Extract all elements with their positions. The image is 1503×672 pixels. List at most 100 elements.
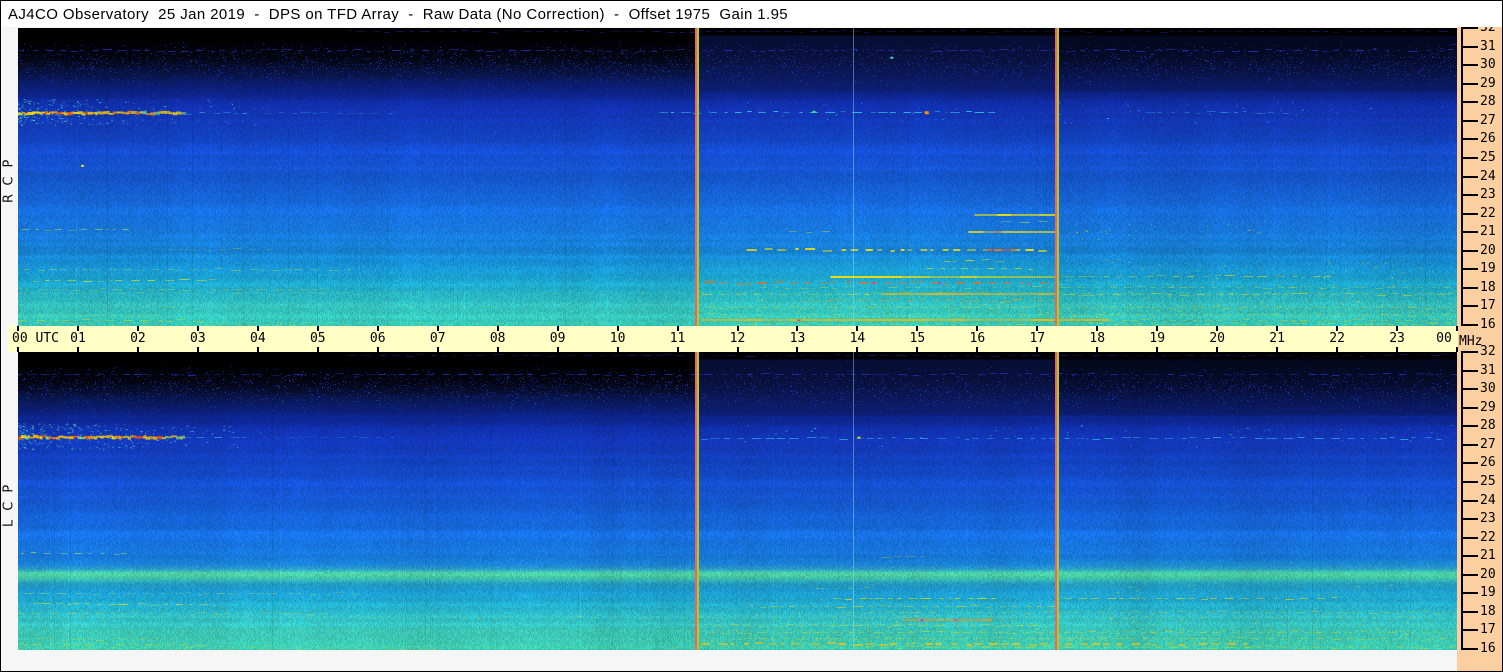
- frequency-label: 27: [1480, 113, 1502, 129]
- frequency-label: 28: [1480, 94, 1502, 110]
- time-tick: [976, 347, 978, 352]
- frequency-label: 20: [1480, 243, 1502, 259]
- frequency-tick: [1461, 213, 1478, 215]
- frequency-label: 20: [1480, 567, 1502, 583]
- window-content: AJ4CO Observatory 25 Jan 2019 - DPS on T…: [1, 1, 1502, 671]
- time-axis: 00 UTC 01 02 03 04 05 06 07 08 09 10 11 12 13 14 15 16 17…: [8, 326, 1458, 352]
- frequency-label: 24: [1480, 493, 1502, 509]
- frequency-tick: [1461, 305, 1478, 307]
- frequency-label: 25: [1480, 474, 1502, 490]
- frequency-label: 31: [1480, 363, 1502, 379]
- rcp-spectrogram: [18, 28, 1457, 326]
- time-tick: [1456, 347, 1458, 352]
- frequency-tick: [1461, 324, 1478, 326]
- frequency-tick: [1461, 537, 1478, 539]
- frequency-label: 26: [1480, 455, 1502, 471]
- frequency-tick: [1461, 370, 1478, 372]
- frequency-label: 23: [1480, 187, 1502, 203]
- lcp-spectrogram: [18, 352, 1457, 650]
- frequency-tick: [1461, 388, 1478, 390]
- frequency-tick: [1461, 83, 1478, 85]
- time-tick: [1036, 347, 1038, 352]
- time-tick: [677, 347, 679, 352]
- frequency-label: 18: [1480, 280, 1502, 296]
- frequency-label: 27: [1480, 437, 1502, 453]
- frequency-tick: [1461, 425, 1478, 427]
- time-tick: [1276, 347, 1278, 352]
- window-title: AJ4CO Observatory 25 Jan 2019 - DPS on T…: [1, 6, 788, 23]
- frequency-tick: [1461, 176, 1478, 178]
- frequency-tick: [1461, 444, 1478, 446]
- time-label: 08: [483, 331, 513, 347]
- frequency-label: 22: [1480, 530, 1502, 546]
- time-label: 00: [1429, 331, 1459, 347]
- time-tick: [1216, 347, 1218, 352]
- frequency-tick: [1461, 574, 1478, 576]
- time-tick: [317, 347, 319, 352]
- time-label: 22: [1322, 331, 1352, 347]
- time-tick: [1096, 347, 1098, 352]
- frequency-label: 23: [1480, 511, 1502, 527]
- time-label: 13: [782, 331, 812, 347]
- time-label: 00 UTC: [12, 331, 59, 347]
- frequency-tick: [1461, 120, 1478, 122]
- frequency-label: 29: [1480, 400, 1502, 416]
- time-tick: [197, 347, 199, 352]
- frequency-label: 22: [1480, 206, 1502, 222]
- time-label: 06: [363, 331, 393, 347]
- lcp-panel-label: LCP: [1, 352, 17, 650]
- frequency-tick: [1461, 462, 1478, 464]
- time-label: 14: [842, 331, 872, 347]
- time-tick: [497, 347, 499, 352]
- frequency-tick: [1461, 268, 1478, 270]
- frequency-label: 30: [1480, 381, 1502, 397]
- frequency-label: 21: [1480, 548, 1502, 564]
- frequency-label: 17: [1480, 298, 1502, 314]
- frequency-label: 28: [1480, 418, 1502, 434]
- frequency-tick: [1461, 250, 1478, 252]
- time-label: 15: [902, 331, 932, 347]
- time-tick: [557, 347, 559, 352]
- time-tick: [437, 347, 439, 352]
- frequency-tick: [1461, 500, 1478, 502]
- rcp-panel-label: RCP: [1, 28, 17, 326]
- time-tick: [1156, 347, 1158, 352]
- time-tick: [737, 347, 739, 352]
- frequency-tick: [1461, 481, 1478, 483]
- time-tick: [617, 347, 619, 352]
- frequency-label: 29: [1480, 76, 1502, 92]
- time-label: 19: [1142, 331, 1172, 347]
- frequency-tick: [1461, 592, 1478, 594]
- frequency-tick: [1461, 64, 1478, 66]
- frequency-tick: [1461, 518, 1478, 520]
- time-label: 02: [123, 331, 153, 347]
- time-label: 03: [183, 331, 213, 347]
- frequency-tick: [1461, 231, 1478, 233]
- frequency-label: 19: [1480, 261, 1502, 277]
- frequency-label: 17: [1480, 622, 1502, 638]
- time-label: 01: [63, 331, 93, 347]
- frequency-tick: [1461, 27, 1478, 29]
- time-label: 09: [543, 331, 573, 347]
- time-label: 07: [423, 331, 453, 347]
- frequency-label: 19: [1480, 585, 1502, 601]
- time-tick: [1396, 347, 1398, 352]
- frequency-tick: [1461, 407, 1478, 409]
- frequency-label: 25: [1480, 150, 1502, 166]
- app-window: AJ4CO Observatory 25 Jan 2019 - DPS on T…: [0, 0, 1503, 672]
- frequency-tick: [1461, 101, 1478, 103]
- frequency-label: 16: [1480, 641, 1502, 657]
- time-label: 12: [723, 331, 753, 347]
- time-label: 23: [1382, 331, 1412, 347]
- title-bar: AJ4CO Observatory 25 Jan 2019 - DPS on T…: [1, 1, 1502, 27]
- frequency-label: 16: [1480, 317, 1502, 333]
- frequency-unit-label: MHz: [1459, 334, 1501, 350]
- frequency-tick: [1461, 194, 1478, 196]
- frequency-tick: [1461, 138, 1478, 140]
- time-label: 04: [243, 331, 273, 347]
- time-tick: [377, 347, 379, 352]
- frequency-label: 31: [1480, 39, 1502, 55]
- frequency-label: 26: [1480, 131, 1502, 147]
- frequency-tick: [1461, 648, 1478, 650]
- time-tick: [916, 347, 918, 352]
